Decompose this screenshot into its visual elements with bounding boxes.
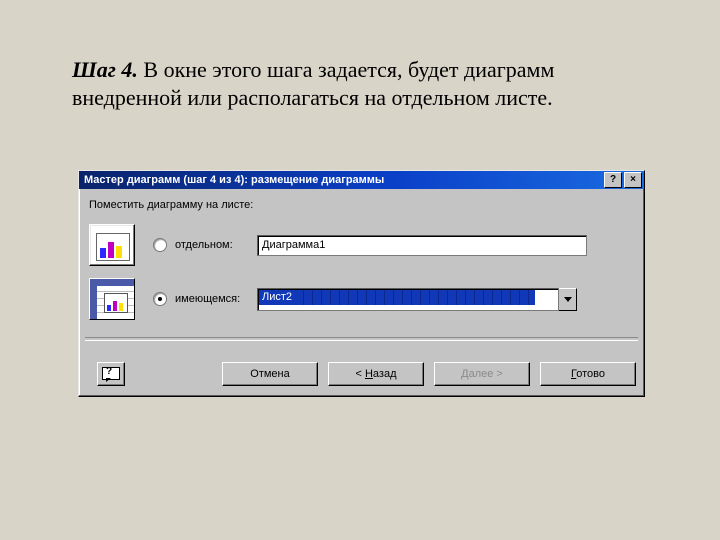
- radio-existing-sheet[interactable]: [153, 292, 167, 306]
- new-sheet-thumbnail-icon: [89, 224, 135, 266]
- existing-sheet-combo[interactable]: Лист2: [257, 288, 577, 311]
- combo-value[interactable]: Лист2: [257, 288, 559, 311]
- help-bubble-icon: ?: [102, 367, 120, 381]
- finish-button[interactable]: Готово: [540, 362, 636, 386]
- radio-new-sheet[interactable]: [153, 238, 167, 252]
- context-help-button[interactable]: ?: [604, 172, 622, 188]
- caption-step-label: Шаг 4.: [72, 57, 138, 82]
- label-existing-sheet[interactable]: имеющемся:: [175, 293, 257, 305]
- slide-caption: Шаг 4. В окне этого шага задается, будет…: [72, 56, 648, 112]
- cancel-button[interactable]: Отмена: [222, 362, 318, 386]
- separator: [85, 337, 638, 341]
- dialog-title: Мастер диаграмм (шаг 4 из 4): размещение…: [81, 174, 602, 186]
- new-sheet-name-input[interactable]: [257, 235, 587, 256]
- label-new-sheet[interactable]: отдельном:: [175, 239, 257, 251]
- chevron-down-icon: [564, 297, 572, 302]
- existing-sheet-thumbnail-icon: [89, 278, 135, 320]
- button-row: ? Отмена < Назад Далее > Готово: [87, 362, 636, 386]
- caption-text: В окне этого шага задается, будет диагра…: [72, 57, 554, 110]
- titlebar[interactable]: Мастер диаграмм (шаг 4 из 4): размещение…: [79, 171, 644, 189]
- option-existing-sheet-row: имеющемся: Лист2: [89, 277, 577, 321]
- close-button[interactable]: ×: [624, 172, 642, 188]
- next-button: Далее >: [434, 362, 530, 386]
- placement-prompt: Поместить диаграмму на листе:: [89, 199, 253, 211]
- chart-wizard-dialog: Мастер диаграмм (шаг 4 из 4): размещение…: [78, 170, 645, 397]
- combo-dropdown-button[interactable]: [559, 288, 577, 311]
- help-button[interactable]: ?: [97, 362, 125, 386]
- combo-selected-text: Лист2: [259, 290, 295, 305]
- back-button[interactable]: < Назад: [328, 362, 424, 386]
- option-new-sheet-row: отдельном:: [89, 223, 587, 267]
- dialog-body: Поместить диаграмму на листе: отдельном:…: [79, 189, 644, 396]
